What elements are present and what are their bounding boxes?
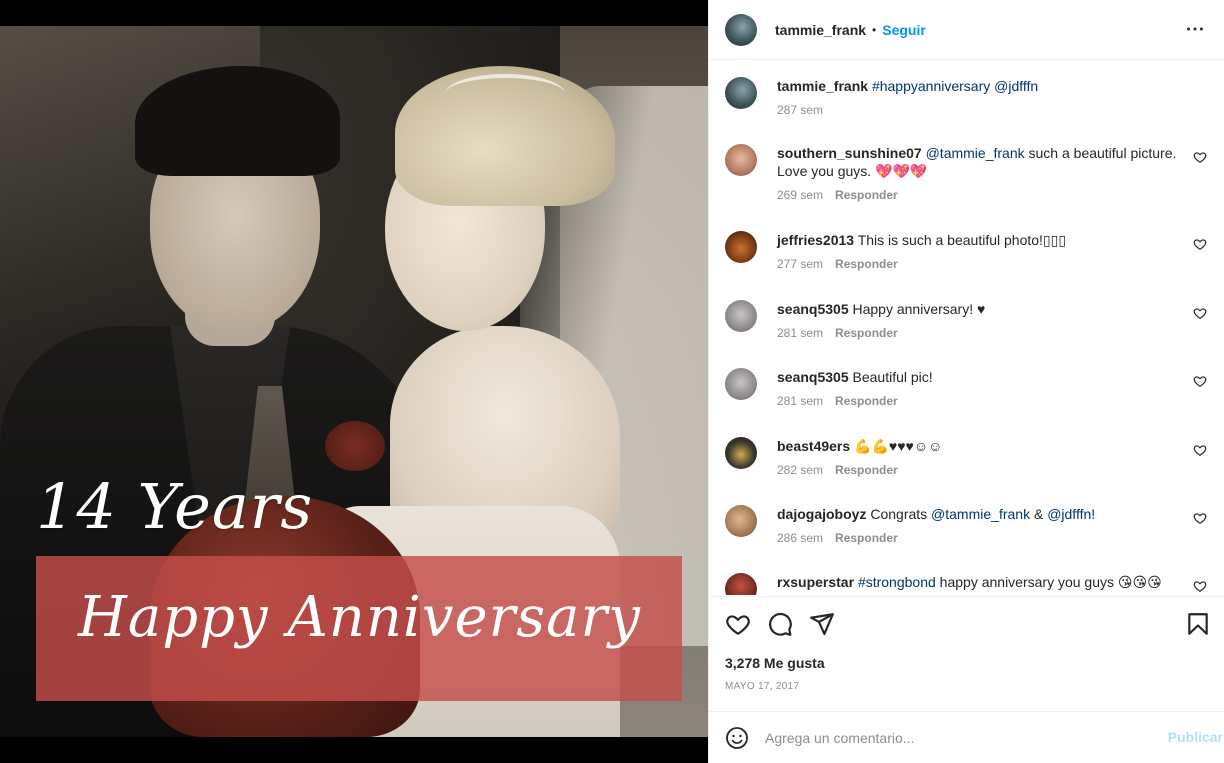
likes-count[interactable]: 3,278 Me gusta: [725, 655, 825, 671]
avatar[interactable]: [725, 144, 757, 176]
heart-icon[interactable]: [1193, 374, 1207, 388]
comment-text: Congrats: [870, 506, 932, 522]
reply-button[interactable]: Responder: [835, 394, 898, 408]
heart-icon[interactable]: [1193, 150, 1207, 164]
comment-age: 286 sem: [777, 531, 824, 545]
comment-age: 269 sem: [777, 188, 824, 202]
post-date[interactable]: MAYO 17, 2017: [725, 681, 799, 692]
heart-icon[interactable]: [1193, 579, 1207, 593]
avatar[interactable]: [725, 300, 757, 332]
paper-plane-icon[interactable]: [809, 611, 835, 637]
comment-composer: Publicar: [709, 711, 1224, 763]
follow-button[interactable]: Seguir: [882, 22, 926, 38]
comment-username[interactable]: seanq5305: [777, 369, 849, 385]
comment-username[interactable]: rxsuperstar: [777, 574, 854, 590]
comment-input[interactable]: [765, 722, 1135, 754]
comment-icon[interactable]: [767, 611, 793, 637]
comment-age: 282 sem: [777, 463, 824, 477]
avatar[interactable]: [725, 573, 757, 595]
reply-button[interactable]: Responder: [835, 188, 898, 202]
avatar[interactable]: [725, 368, 757, 400]
avatar[interactable]: [725, 505, 757, 537]
bookmark-icon[interactable]: [1185, 611, 1211, 637]
post-panel: tammie_frank • Seguir tammie_frank #happ…: [708, 0, 1224, 763]
caption-mention[interactable]: @jdfffn: [994, 78, 1038, 94]
comment-text: This is such a beautiful photo!▯▯▯: [857, 232, 1067, 248]
reply-button[interactable]: Responder: [835, 531, 898, 545]
comment-age: 281 sem: [777, 326, 824, 340]
reply-button[interactable]: Responder: [835, 257, 898, 271]
boutonniere: [325, 421, 385, 471]
comment-text: &: [1030, 506, 1048, 522]
post-actions: 3,278 Me gusta MAYO 17, 2017: [709, 596, 1224, 711]
comment-age: 277 sem: [777, 257, 824, 271]
comment-text: !: [1091, 506, 1096, 522]
heart-icon[interactable]: [1193, 237, 1207, 251]
comment-text: happy anniversary you guys 😘😘😘: [935, 574, 1162, 590]
comment-text: Happy anniversary! ♥: [852, 301, 986, 317]
avatar[interactable]: [725, 231, 757, 263]
overlay-years-text: 14 Years: [36, 470, 314, 543]
groom-hair: [135, 66, 340, 176]
comment-mention[interactable]: @tammie_frank: [926, 145, 1025, 161]
comment-hashtag[interactable]: #strongbond: [858, 574, 936, 590]
avatar[interactable]: [725, 13, 757, 46]
caption-age: 287 sem: [777, 103, 824, 117]
comments-list[interactable]: tammie_frank #happyanniversary @jdfffn 2…: [709, 61, 1224, 595]
comment-mention[interactable]: @tammie_frank: [931, 506, 1030, 522]
publish-button[interactable]: Publicar: [1168, 729, 1223, 745]
heart-icon[interactable]: [725, 611, 751, 637]
more-options-icon[interactable]: [1184, 18, 1206, 44]
heart-icon[interactable]: [1193, 443, 1207, 457]
caption-username[interactable]: tammie_frank: [777, 78, 868, 94]
heart-icon[interactable]: [1193, 511, 1207, 525]
post-media: 14 Years Happy Anniversary: [0, 0, 708, 763]
heart-icon[interactable]: [1193, 306, 1207, 320]
caption-hashtag[interactable]: #happyanniversary: [872, 78, 990, 94]
avatar[interactable]: [725, 437, 757, 469]
comment-text: 💪💪♥♥♥☺☺: [854, 438, 943, 454]
reply-button[interactable]: Responder: [835, 463, 898, 477]
comment-username[interactable]: jeffries2013: [777, 232, 854, 248]
comment-age: 281 sem: [777, 394, 824, 408]
comment-username[interactable]: beast49ers: [777, 438, 850, 454]
overlay-title-text: Happy Anniversary: [78, 585, 641, 650]
comment-username[interactable]: seanq5305: [777, 301, 849, 317]
post-header: tammie_frank • Seguir: [709, 0, 1224, 60]
comment-username[interactable]: dajogajoboyz: [777, 506, 866, 522]
header-username[interactable]: tammie_frank: [775, 22, 866, 38]
bride-tiara: [445, 74, 565, 114]
avatar[interactable]: [725, 77, 757, 109]
reply-button[interactable]: Responder: [835, 326, 898, 340]
comment-username[interactable]: southern_sunshine07: [777, 145, 922, 161]
comment-mention[interactable]: @jdfffn: [1047, 506, 1091, 522]
header-separator: •: [872, 22, 877, 37]
comment-text: Beautiful pic!: [852, 369, 933, 385]
emoji-icon[interactable]: [725, 726, 749, 750]
